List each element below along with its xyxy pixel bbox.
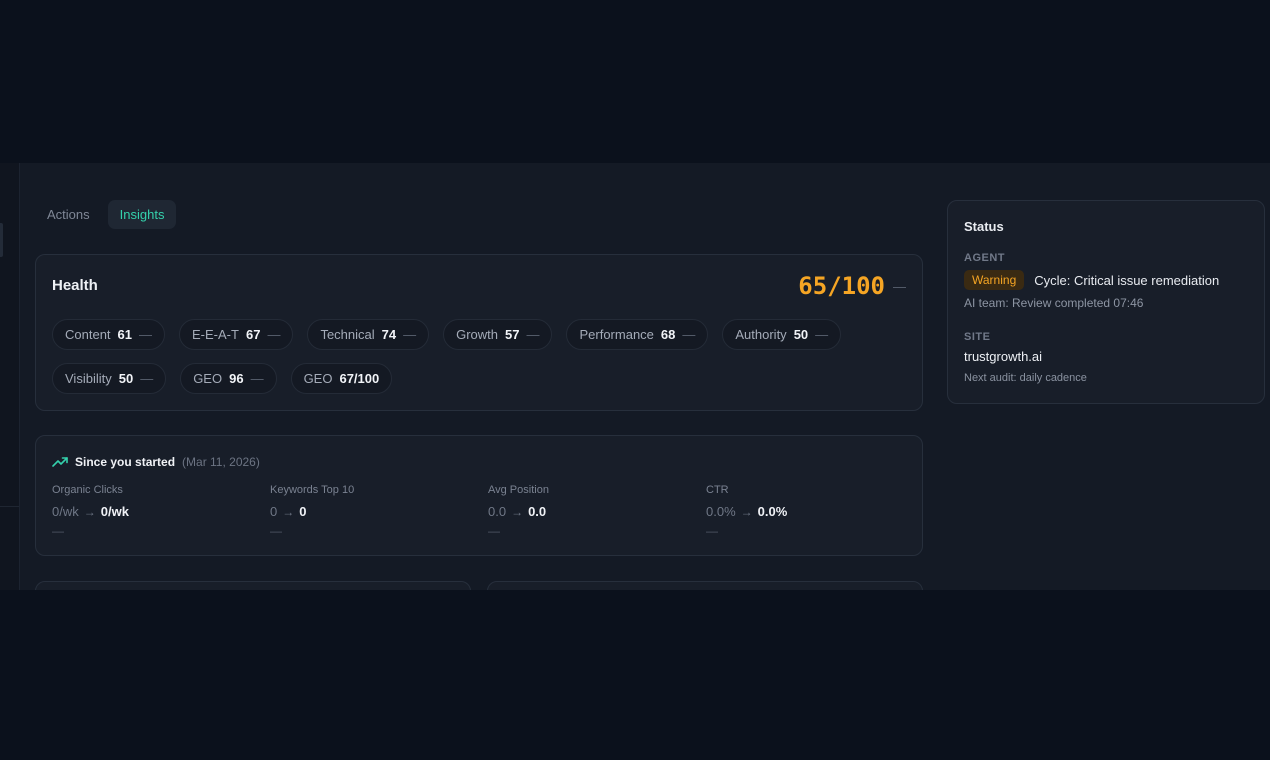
metric-ctr: CTR 0.0% → 0.0% —	[706, 484, 924, 538]
metric-change: —	[488, 524, 500, 538]
pill-trend: —	[526, 327, 540, 342]
agent-cycle: Cycle: Critical issue remediation	[1034, 272, 1220, 288]
arrow-right-icon: →	[740, 504, 753, 519]
metric-values: 0/wk → 0/wk	[52, 504, 270, 519]
metric-from: 0.0%	[706, 504, 736, 519]
panel-right-partial	[487, 581, 923, 590]
metric-to: 0.0%	[757, 504, 788, 519]
panel-left-partial	[35, 581, 471, 590]
pill-label: Authority	[735, 327, 787, 342]
health-pill-technical[interactable]: Technical 74 —	[307, 319, 430, 350]
status-card: Status AGENT Warning Cycle: Critical iss…	[947, 200, 1265, 404]
page: Actions Insights Health 65/100 — Content…	[0, 0, 1270, 760]
pill-value: 68	[660, 327, 676, 342]
metric-change: —	[52, 524, 64, 538]
pill-value: 57	[505, 327, 520, 342]
health-pill-authority[interactable]: Authority 50 —	[722, 319, 842, 350]
metric-to: 0	[299, 504, 307, 519]
tab-insights[interactable]: Insights	[107, 200, 177, 229]
metric-values: 0.0 → 0.0	[488, 504, 706, 519]
sidebar-active-marker	[0, 223, 3, 257]
pill-value: 67	[245, 327, 261, 342]
health-score-value: 65/100	[798, 272, 885, 300]
health-pill-geo-score[interactable]: GEO 67/100	[290, 363, 393, 394]
metric-label: Avg Position	[488, 484, 549, 496]
agent-status-row: Warning Cycle: Critical issue remediatio…	[964, 270, 1219, 290]
metric-organic-clicks: Organic Clicks 0/wk → 0/wk —	[52, 484, 270, 538]
sidebar-divider	[0, 506, 19, 507]
metric-to: 0/wk	[100, 504, 129, 519]
status-title: Status	[964, 219, 1004, 234]
health-pill-growth[interactable]: Growth 57 —	[443, 319, 553, 350]
health-pill-visibility[interactable]: Visibility 50 —	[52, 363, 167, 394]
metric-from: 0/wk	[52, 504, 79, 519]
pill-value: 50	[118, 371, 134, 386]
trending-up-icon	[52, 457, 68, 467]
health-pill-row: Content 61 — E-E-A-T 67 — Technical 74 —…	[52, 319, 842, 350]
metric-values: 0.0% → 0.0%	[706, 504, 924, 519]
pill-label: Visibility	[65, 371, 112, 386]
pill-value: 50	[793, 327, 809, 342]
arrow-right-icon: →	[83, 504, 96, 519]
pill-trend: —	[250, 371, 264, 386]
arrow-right-icon: →	[282, 504, 295, 519]
health-pill-performance[interactable]: Performance 68 —	[566, 319, 709, 350]
agent-section-label: AGENT	[964, 252, 1005, 264]
next-audit: Next audit: daily cadence	[964, 372, 1087, 384]
health-score: 65/100 —	[798, 272, 906, 300]
warning-badge: Warning	[964, 270, 1025, 290]
ai-team-status: AI team: Review completed 07:46	[964, 296, 1144, 310]
pill-trend: —	[139, 327, 153, 342]
health-score-trend: —	[893, 278, 906, 294]
pill-label: GEO	[303, 371, 333, 386]
arrow-right-icon: →	[511, 504, 524, 519]
health-title: Health	[52, 277, 98, 294]
pill-label: Growth	[456, 327, 499, 342]
metric-label: Keywords Top 10	[270, 484, 355, 496]
since-started-header: Since you started (Mar 11, 2026)	[52, 455, 260, 469]
view-tabs: Actions Insights	[35, 200, 177, 229]
metric-from: 0.0	[488, 504, 507, 519]
health-pill-content[interactable]: Content 61 —	[52, 319, 166, 350]
metric-avg-position: Avg Position 0.0 → 0.0 —	[488, 484, 706, 538]
pill-value: 74	[381, 327, 397, 342]
pill-label: Performance	[579, 327, 654, 342]
health-pill-geo[interactable]: GEO 96 —	[180, 363, 277, 394]
pill-value: 61	[117, 327, 133, 342]
since-started-title: Since you started	[75, 455, 176, 469]
metric-values: 0 → 0	[270, 504, 488, 519]
pill-trend: —	[682, 327, 696, 342]
pill-label: Content	[65, 327, 111, 342]
left-sidebar	[0, 163, 20, 590]
pill-value: 67/100	[339, 371, 380, 386]
pill-label: E-E-A-T	[192, 327, 239, 342]
pill-value: 96	[229, 371, 244, 386]
metric-from: 0	[270, 504, 278, 519]
site-domain: trustgrowth.ai	[964, 349, 1043, 364]
since-started-card: Since you started (Mar 11, 2026) Organic…	[35, 435, 923, 556]
main-content: Actions Insights Health 65/100 — Content…	[0, 163, 1270, 590]
since-started-date: (Mar 11, 2026)	[182, 455, 260, 469]
metric-to: 0.0	[528, 504, 547, 519]
health-pill-row: Visibility 50 — GEO 96 — GEO 67/100	[52, 363, 393, 394]
metric-keywords-top-10: Keywords Top 10 0 → 0 —	[270, 484, 488, 538]
metric-change: —	[270, 524, 282, 538]
pill-label: GEO	[193, 371, 223, 386]
tab-actions[interactable]: Actions	[35, 200, 102, 229]
pill-trend: —	[140, 371, 154, 386]
site-section-label: SITE	[964, 331, 991, 343]
metric-change: —	[706, 524, 718, 538]
pill-label: Technical	[320, 327, 375, 342]
metric-label: Organic Clicks	[52, 484, 123, 496]
health-pill-eeat[interactable]: E-E-A-T 67 —	[179, 319, 294, 350]
health-card: Health 65/100 — Content 61 — E-E-A-T 67 …	[35, 254, 923, 411]
pill-trend: —	[815, 327, 829, 342]
pill-trend: —	[267, 327, 281, 342]
metric-label: CTR	[706, 484, 729, 496]
metrics-row: Organic Clicks 0/wk → 0/wk — Keywords To…	[52, 484, 924, 538]
pill-trend: —	[403, 327, 417, 342]
